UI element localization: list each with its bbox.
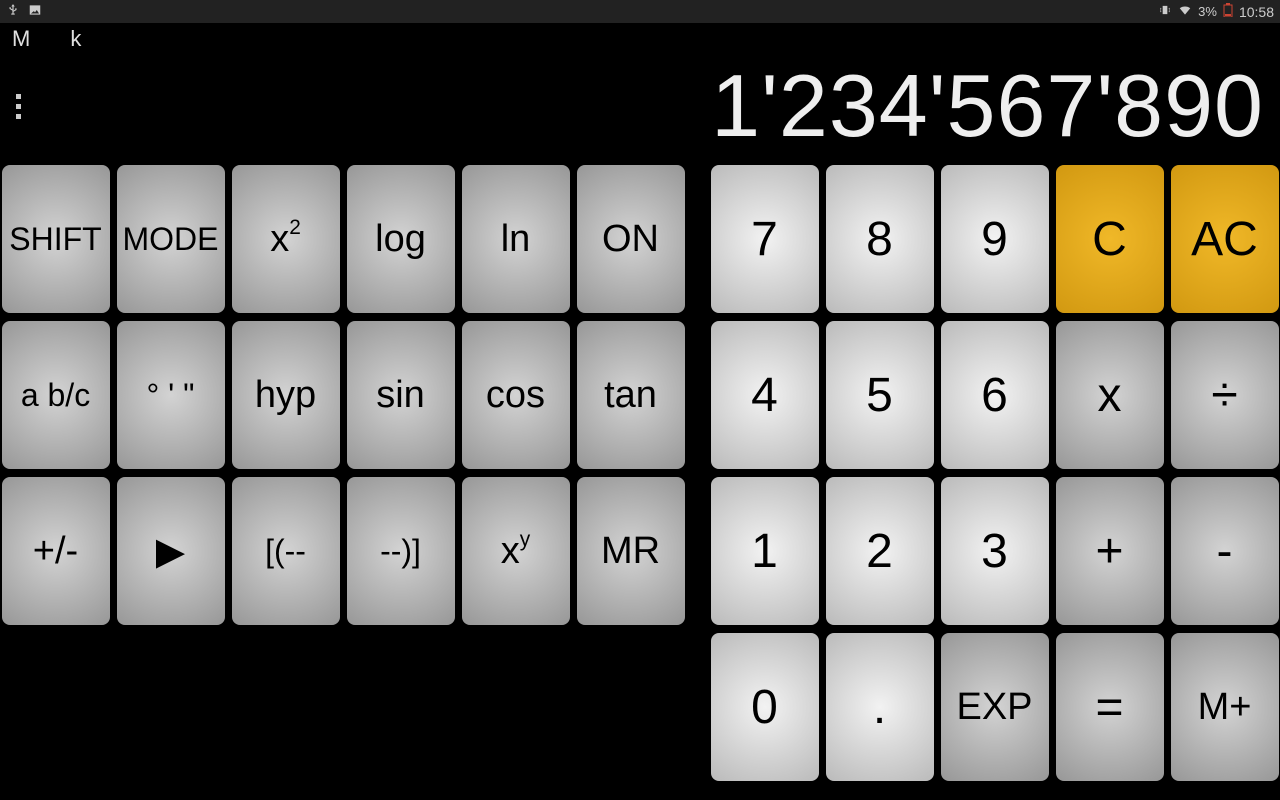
- keypad: SHIFT MODE x2 log ln ON 7 8 9 C AC a b/c…: [0, 165, 1280, 781]
- paren-open-button[interactable]: [(--: [232, 477, 340, 625]
- wifi-icon: [1178, 3, 1192, 20]
- ln-button[interactable]: ln: [462, 165, 570, 313]
- digit-6-button[interactable]: 6: [941, 321, 1049, 469]
- equals-button[interactable]: =: [1056, 633, 1164, 781]
- plus-button[interactable]: +: [1056, 477, 1164, 625]
- usb-icon: [6, 3, 20, 20]
- plus-minus-button[interactable]: +/-: [2, 477, 110, 625]
- memory-recall-button[interactable]: MR: [577, 477, 685, 625]
- tan-button[interactable]: tan: [577, 321, 685, 469]
- paren-close-button[interactable]: --)]: [347, 477, 455, 625]
- decimal-button[interactable]: .: [826, 633, 934, 781]
- digit-2-button[interactable]: 2: [826, 477, 934, 625]
- picture-icon: [28, 3, 42, 20]
- android-status-bar: 3% 10:58: [0, 0, 1280, 23]
- x-squared-button[interactable]: x2: [232, 165, 340, 313]
- k-indicator: k: [70, 26, 81, 52]
- cos-button[interactable]: cos: [462, 321, 570, 469]
- play-button[interactable]: ▶: [117, 477, 225, 625]
- vibrate-icon: [1158, 3, 1172, 20]
- fraction-button[interactable]: a b/c: [2, 321, 110, 469]
- memory-plus-button[interactable]: M+: [1171, 633, 1279, 781]
- clock: 10:58: [1239, 4, 1274, 20]
- display-value: 1'234'567'890: [42, 55, 1268, 157]
- sin-button[interactable]: sin: [347, 321, 455, 469]
- digit-5-button[interactable]: 5: [826, 321, 934, 469]
- multiply-button[interactable]: x: [1056, 321, 1164, 469]
- digit-8-button[interactable]: 8: [826, 165, 934, 313]
- log-button[interactable]: log: [347, 165, 455, 313]
- minus-button[interactable]: -: [1171, 477, 1279, 625]
- dms-button[interactable]: ° ' ": [117, 321, 225, 469]
- divide-button[interactable]: ÷: [1171, 321, 1279, 469]
- digit-4-button[interactable]: 4: [711, 321, 819, 469]
- digit-7-button[interactable]: 7: [711, 165, 819, 313]
- all-clear-button[interactable]: AC: [1171, 165, 1279, 313]
- digit-3-button[interactable]: 3: [941, 477, 1049, 625]
- digit-9-button[interactable]: 9: [941, 165, 1049, 313]
- clear-button[interactable]: C: [1056, 165, 1164, 313]
- exp-button[interactable]: EXP: [941, 633, 1049, 781]
- battery-percent: 3%: [1198, 4, 1217, 19]
- shift-button[interactable]: SHIFT: [2, 165, 110, 313]
- x-power-y-button[interactable]: xy: [462, 477, 570, 625]
- digit-0-button[interactable]: 0: [711, 633, 819, 781]
- display-indicators: M k: [0, 23, 1280, 55]
- battery-icon: [1223, 3, 1233, 20]
- menu-icon[interactable]: [12, 94, 42, 119]
- mode-button[interactable]: MODE: [117, 165, 225, 313]
- digit-1-button[interactable]: 1: [711, 477, 819, 625]
- memory-indicator: M: [12, 26, 30, 52]
- on-button[interactable]: ON: [577, 165, 685, 313]
- hyp-button[interactable]: hyp: [232, 321, 340, 469]
